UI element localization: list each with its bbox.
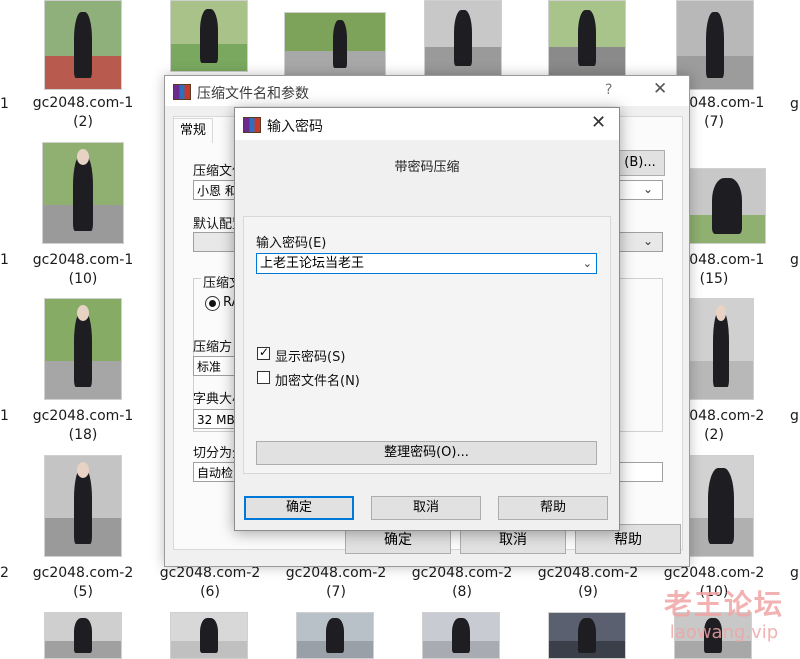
tab-general[interactable]: 常规	[173, 118, 214, 143]
dialog-titlebar[interactable]: 输入密码 ✕	[235, 108, 619, 140]
file-name: gc2048.com-1 (2)	[32, 95, 134, 130]
file-name: gc2048.com-1 (18)	[32, 408, 134, 443]
file-name: gc2048.com-2 (6)	[159, 565, 261, 600]
file-thumbnail[interactable]	[44, 612, 122, 659]
close-icon[interactable]: ✕	[591, 112, 606, 133]
file-thumbnail[interactable]	[688, 168, 766, 244]
edge-label: 1	[0, 408, 9, 424]
file-thumbnail[interactable]	[44, 298, 122, 400]
chevron-down-icon[interactable]: ⌄	[643, 182, 653, 196]
file-thumbnail[interactable]	[170, 612, 248, 659]
edge-label: g	[790, 565, 799, 581]
dialog-title: 压缩文件名和参数	[197, 86, 309, 102]
file-name: gc2048.com-2 (5)	[32, 565, 134, 600]
edge-label: 2	[0, 565, 9, 581]
file-thumbnail[interactable]	[688, 455, 754, 557]
password-label: 输入密码(E)	[256, 236, 327, 251]
file-name: gc2048.com-2 (8)	[411, 565, 513, 600]
method-label: 压缩方	[193, 340, 233, 355]
winrar-icon	[243, 117, 261, 133]
file-thumbnail[interactable]	[424, 0, 502, 76]
help-icon[interactable]: ?	[605, 82, 612, 98]
password-input[interactable]: 上老王论坛当老王 ⌄	[256, 253, 597, 274]
file-thumbnail[interactable]	[44, 0, 122, 90]
edge-label: 1	[0, 96, 9, 112]
watermark-title: 老王论坛	[663, 588, 784, 621]
file-thumbnail[interactable]	[688, 298, 754, 400]
file-name: gc2048.com-2 (9)	[537, 565, 639, 600]
file-thumbnail[interactable]	[170, 0, 248, 72]
edge-label: g	[790, 252, 799, 268]
show-password-label[interactable]: 显示密码(S)	[275, 346, 345, 365]
file-thumbnail[interactable]	[42, 142, 124, 244]
organize-passwords-button[interactable]: 整理密码(O)...	[256, 441, 597, 465]
show-password-checkbox[interactable]: ✓	[257, 345, 270, 360]
dialog-heading: 带密码压缩	[394, 160, 460, 175]
encrypt-names-label[interactable]: 加密文件名(N)	[275, 370, 360, 389]
file-thumbnail[interactable]	[44, 455, 122, 557]
file-name: gc2048.com-2 (7)	[285, 565, 387, 600]
winrar-icon	[173, 84, 191, 100]
close-icon[interactable]: ✕	[653, 79, 667, 99]
edge-label: g	[790, 96, 799, 112]
help-button[interactable]: 帮助	[498, 496, 608, 520]
file-thumbnail[interactable]	[296, 612, 374, 659]
watermark-url: laowang.vip	[669, 622, 779, 643]
file-thumbnail[interactable]	[548, 0, 626, 76]
checkmark-icon: ✓	[259, 345, 270, 359]
ok-button[interactable]: 确定	[244, 496, 354, 520]
dialog-title: 输入密码	[267, 119, 323, 135]
format-radio[interactable]	[205, 296, 220, 311]
file-name: gc2048.com-1 (10)	[32, 252, 134, 287]
watermark: 老王论坛 laowang.vip	[654, 588, 794, 644]
browse-button[interactable]: (B)...	[615, 150, 665, 176]
chevron-down-icon[interactable]: ⌄	[643, 234, 653, 248]
edge-label: 1	[0, 252, 9, 268]
encrypt-names-checkbox[interactable]	[257, 371, 270, 384]
dialog-titlebar[interactable]: 压缩文件名和参数 ? ✕	[165, 76, 689, 106]
file-thumbnail[interactable]	[284, 12, 386, 76]
chevron-down-icon[interactable]: ⌄	[583, 254, 592, 273]
cancel-button[interactable]: 取消	[371, 496, 481, 520]
file-thumbnail[interactable]	[422, 612, 500, 659]
password-dialog: 输入密码 ✕ 带密码压缩 输入密码(E) 上老王论坛当老王 ⌄ ✓ 显示密码(S…	[234, 107, 620, 531]
file-thumbnail[interactable]	[548, 612, 626, 659]
edge-label: g	[790, 408, 799, 424]
